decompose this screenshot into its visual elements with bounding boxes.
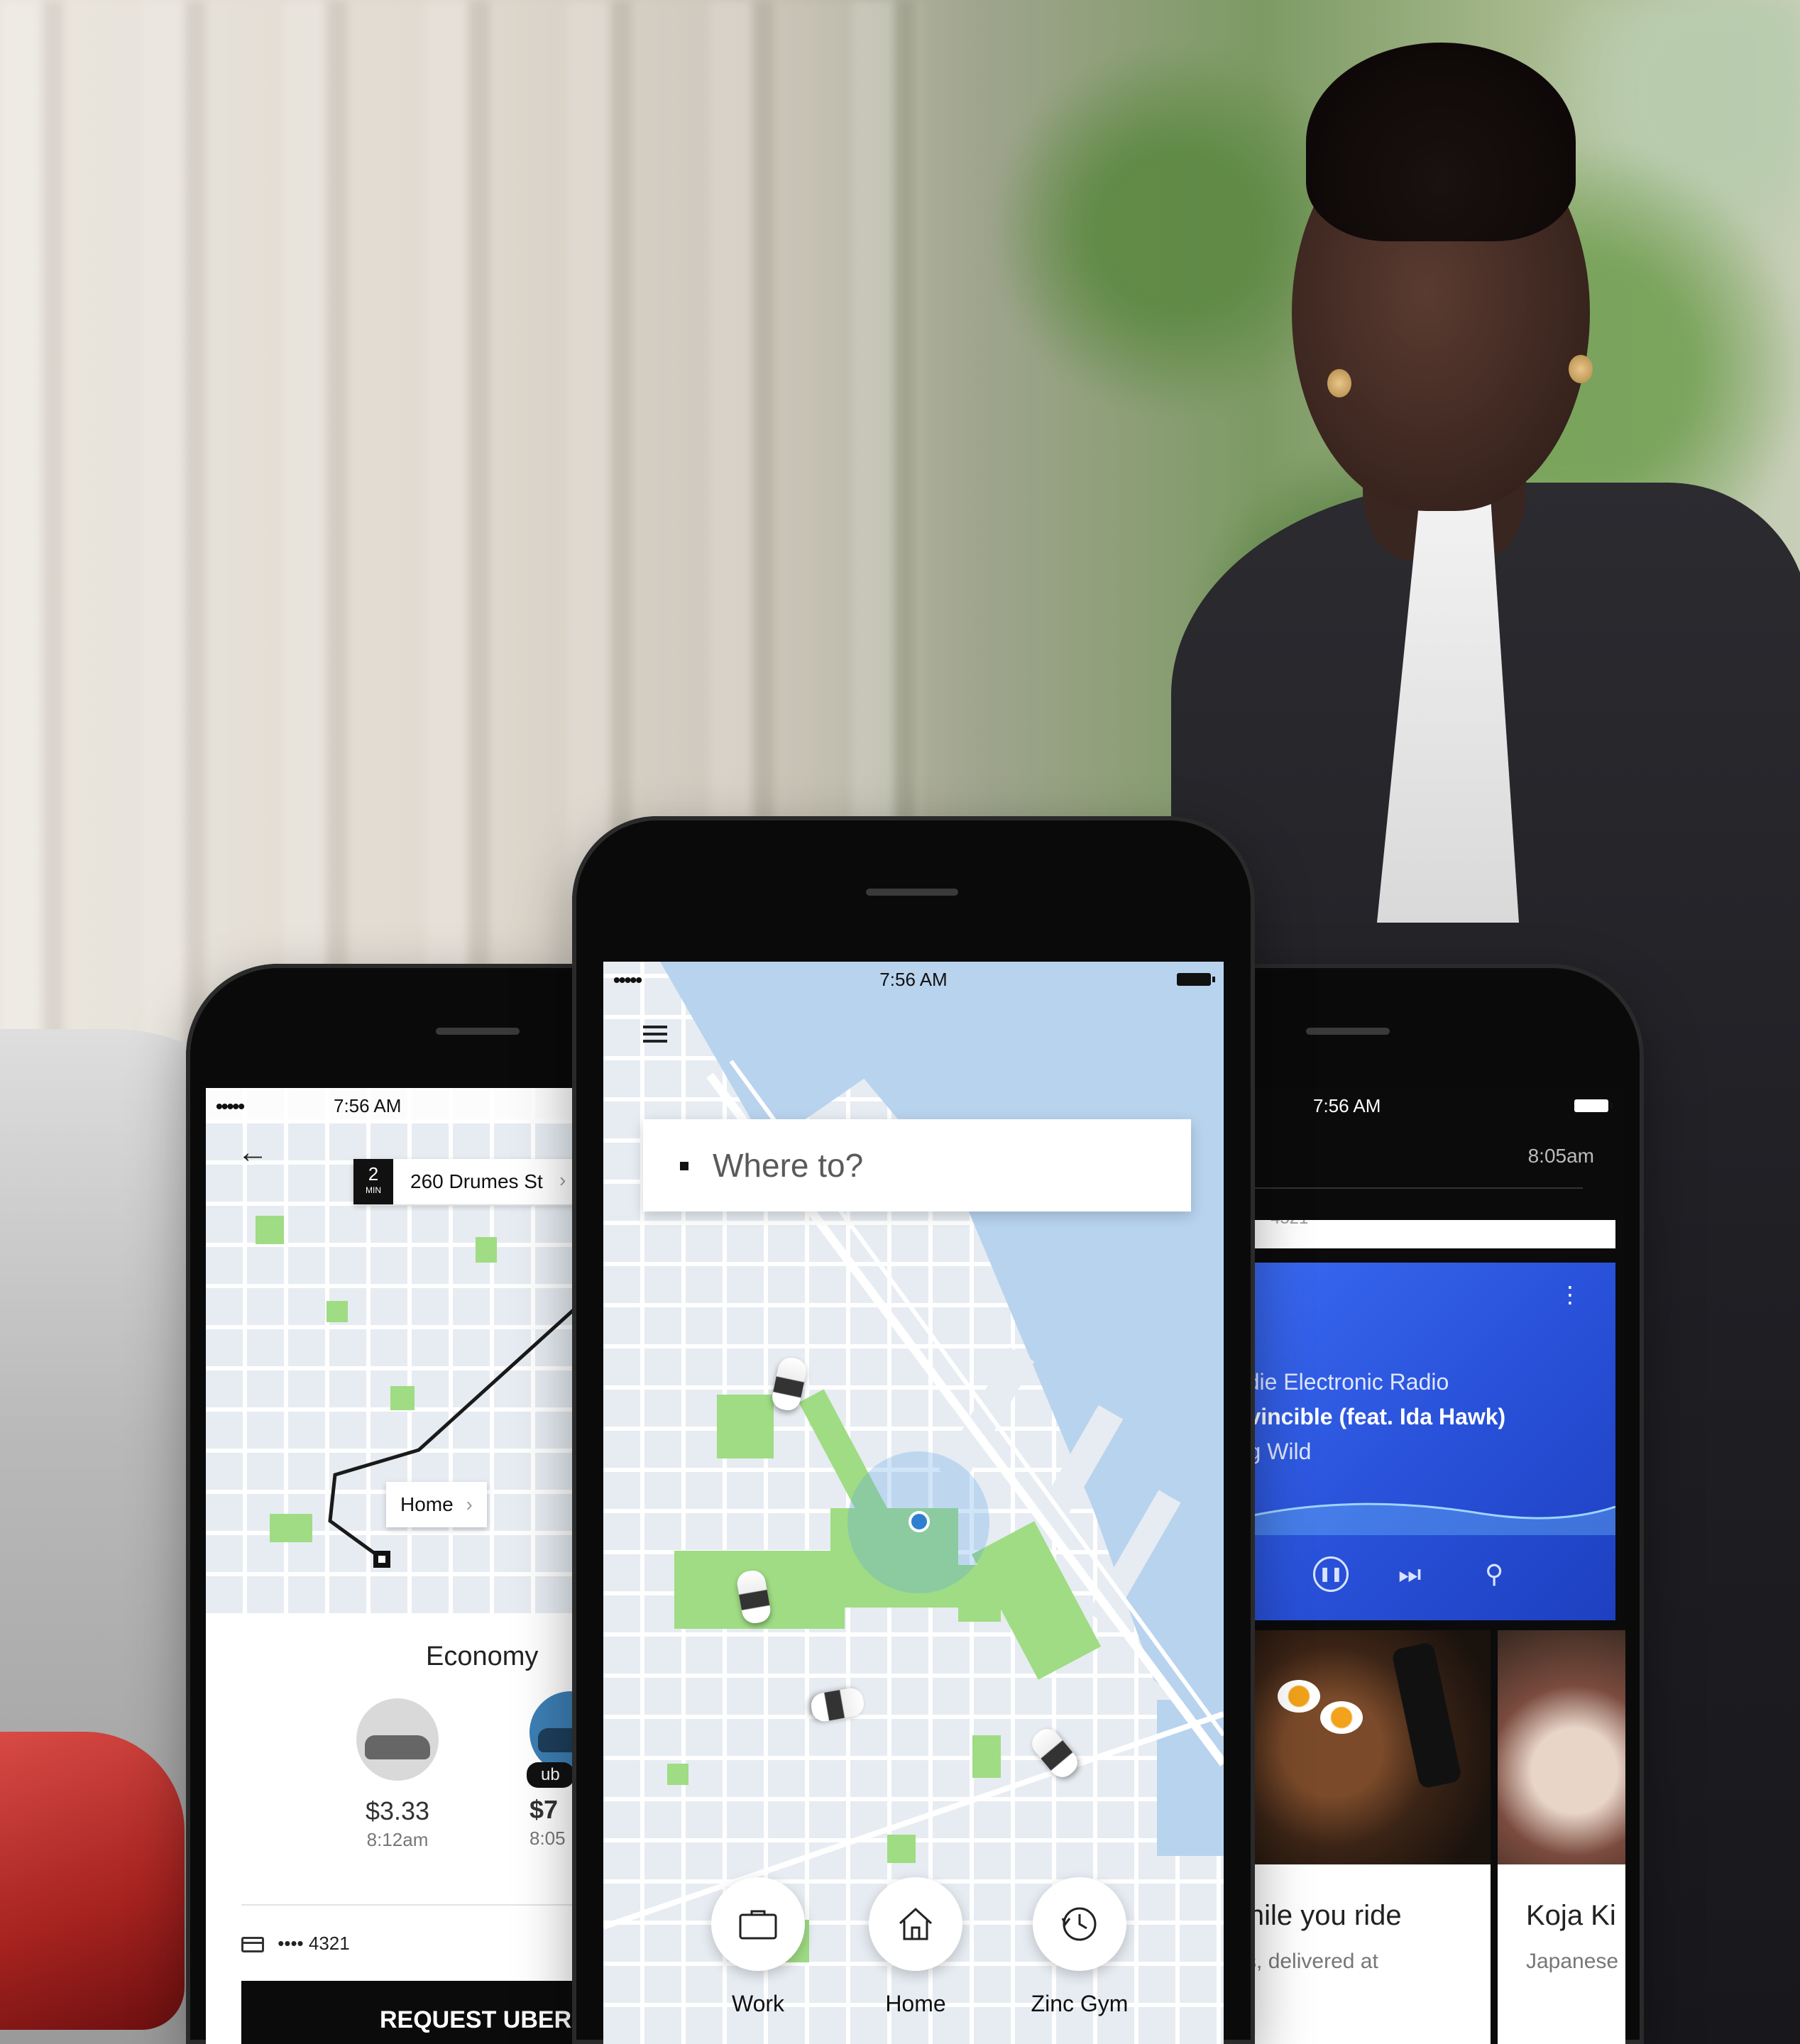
pause-icon[interactable]: ❚❚ [1313,1556,1349,1592]
menu-icon[interactable] [643,1026,667,1047]
dish-photo [1498,1630,1625,1864]
current-location-dot [909,1511,930,1532]
left-phone: ← 2 MIN 260 Drumes St › Home › ••••• 7:5… [186,964,583,2044]
shortcut-home[interactable]: Home [869,1877,962,2017]
card-number: •••• 4321 [278,1933,350,1954]
shortcut-label: Zinc Gym [1031,1991,1129,2016]
divider [241,1904,583,1906]
status-bar: ••••• 7:56 AM [603,962,1224,996]
category-title: Economy [426,1642,539,1671]
payment-method[interactable]: •••• 4321 [241,1933,350,1955]
destination-label: Home [400,1493,454,1515]
shortcut-work[interactable]: Work [711,1877,805,2017]
food-card-text: while you ride nts, delivered at [1228,1864,1491,2044]
ramen-photo [1228,1630,1491,1864]
pickup-address: 260 Drumes St [410,1170,543,1192]
artist-name: Big Wild [1228,1439,1312,1464]
food-card-title: Koja Ki [1526,1900,1616,1931]
pickup-eta-box[interactable]: 2 MIN 260 Drumes St › [353,1159,583,1204]
right-phone: 7:56 AM 8:05am 4321 ⋮ Indie Electronic R… [1228,964,1644,2044]
battery-icon [1574,1099,1613,1112]
eta-minutes-badge: 2 MIN [353,1159,393,1204]
route-map: ← 2 MIN 260 Drumes St › Home › [206,1088,583,1613]
where-to-search[interactable]: Where to? [643,1119,1191,1211]
eta-unit: MIN [366,1185,381,1195]
track-title: Invincible (feat. Ida Hawk) [1228,1404,1506,1429]
car-taillight [0,1732,185,2030]
earring-right [1569,355,1593,383]
earring-left [1327,369,1351,397]
eta-minutes: 2 [368,1163,379,1185]
card-partial: 4321 [1271,1220,1308,1229]
status-bar: 7:56 AM [1228,1088,1625,1122]
status-time: 7:56 AM [334,1095,402,1116]
payment-strip: 4321 [1228,1220,1615,1248]
divider [1228,1187,1583,1189]
food-card-subtitle: Japanese [1526,1950,1619,1973]
phone-speaker [436,1028,520,1035]
history-icon [1033,1877,1126,1971]
right-phone-screen: 7:56 AM 8:05am 4321 ⋮ Indie Electronic R… [1228,1088,1625,2044]
shortcut-label: Home [885,1991,946,2016]
chevron-right-icon: › [559,1169,566,1191]
option-badge: ub [527,1762,574,1788]
request-uberx-button[interactable]: REQUEST UBERX [241,1981,583,2044]
back-arrow-icon[interactable]: ← [237,1135,268,1170]
arrival-time: 8:05am [1527,1145,1594,1167]
food-card-text: Koja Ki Japanese [1498,1864,1625,2044]
audio-wave [1228,1502,1615,1535]
destination-tag[interactable]: Home › [386,1482,487,1527]
chevron-right-icon: › [466,1493,473,1515]
phone-speaker [866,889,958,896]
shortcut-label: Work [731,1991,785,2016]
briefcase-icon [711,1877,805,1971]
option-price: $3.33 [365,1796,430,1825]
food-card[interactable]: Koja Ki Japanese [1498,1630,1625,2044]
shortcut-zinc-gym[interactable]: Zinc Gym [1026,1877,1133,2017]
car-thumbnail-icon [356,1698,439,1781]
credit-card-icon [241,1937,264,1953]
center-phone: ••••• 7:56 AM Where to? Work Home Zinc G… [572,816,1255,2044]
food-card[interactable]: while you ride nts, delivered at [1228,1630,1491,2044]
center-phone-screen: ••••• 7:56 AM Where to? Work Home Zinc G… [603,962,1224,2044]
skip-next-icon[interactable]: ⏭ [1398,1559,1421,1590]
request-button-label: REQUEST UBERX [380,2006,583,2033]
battery-icon [1177,973,1215,986]
left-phone-screen: ← 2 MIN 260 Drumes St › Home › ••••• 7:5… [206,1088,583,2044]
destination-square-icon [680,1162,688,1170]
music-card[interactable]: ⋮ Indie Electronic Radio Invincible (fea… [1228,1263,1615,1620]
signal-icon: ••••• [216,1095,245,1117]
phone-speaker [1306,1028,1390,1035]
status-bar: ••••• 7:56 AM [206,1088,583,1122]
ride-option[interactable]: $3.33 8:12am [334,1698,461,1851]
search-icon[interactable]: ⚲ [1485,1559,1503,1589]
search-placeholder: Where to? [713,1147,864,1184]
hair [1306,43,1576,241]
status-time: 7:56 AM [879,969,948,990]
ride-options-panel: Economy $3.33 8:12am ub $7 8:05 •••• 432… [206,1613,583,2044]
house-icon [869,1877,962,1971]
more-options-icon[interactable]: ⋮ [1559,1283,1581,1306]
option-eta: 8:12am [366,1829,429,1850]
radio-station: Indie Electronic Radio [1228,1369,1449,1395]
